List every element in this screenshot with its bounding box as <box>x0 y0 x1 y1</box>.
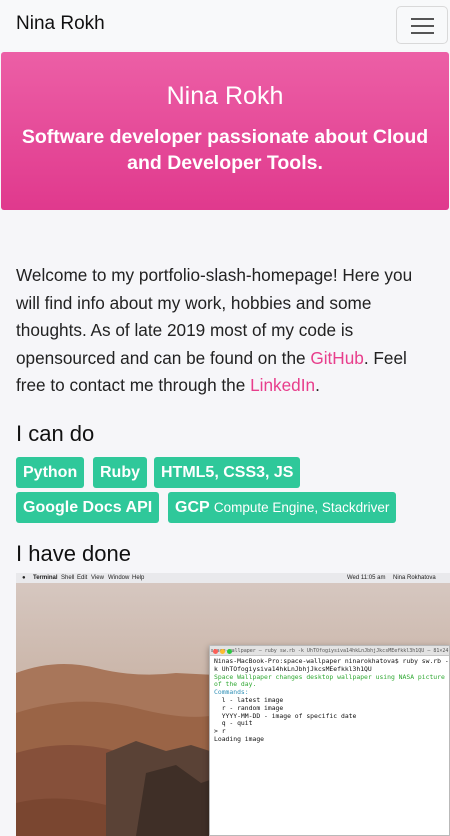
github-link[interactable]: GitHub <box>310 348 364 368</box>
close-icon <box>213 649 218 654</box>
terminal-window: space-wallpaper — ruby sw.rb -k UhTOfogi… <box>209 645 450 836</box>
skill-tag-google-docs-api: Google Docs API <box>16 492 160 523</box>
projects-heading: I have done <box>16 541 131 566</box>
skill-tag-ruby: Ruby <box>93 457 147 488</box>
skills-heading: I can do <box>16 421 95 446</box>
navbar-brand[interactable]: Nina Rokh <box>16 13 105 35</box>
mac-menubar: ● Terminal Shell Edit View Window Help W… <box>16 573 450 583</box>
intro-text-3: . <box>315 375 320 395</box>
skill-tag-python: Python <box>16 457 85 488</box>
maximize-icon <box>227 649 232 654</box>
menubar-item: Help <box>132 575 145 581</box>
skill-tag-gcp: GCP Compute Engine, Stackdriver <box>168 492 397 523</box>
intro-paragraph: Welcome to my portfolio-slash-homepage! … <box>16 262 438 400</box>
hero-tagline-line1: Software developer passionate about Clou… <box>21 126 429 148</box>
navbar: Nina Rokh <box>0 0 450 50</box>
project-screenshot[interactable]: ● Terminal Shell Edit View Window Help W… <box>16 573 450 836</box>
terminal-line: Loading image <box>214 734 265 743</box>
menubar-item: Edit <box>77 575 88 581</box>
menubar-user: Nina Rokhatova <box>393 575 436 581</box>
menubar-item: Shell <box>61 575 75 581</box>
skill-tag-gcp-label: GCP <box>175 499 210 516</box>
menubar-item: View <box>91 575 104 581</box>
skill-tag-html-css-js: HTML5, CSS3, JS <box>154 457 301 488</box>
terminal-output: Ninas-MacBook-Pro:space-wallpaper ninaro… <box>210 656 449 746</box>
menubar-app: Terminal <box>33 575 58 581</box>
hero-title: Nina Rokh <box>166 82 284 110</box>
hero-tagline: Software developer passionate about Clou… <box>11 124 439 176</box>
skill-tag-gcp-detail: Compute Engine, Stackdriver <box>213 500 390 515</box>
minimize-icon <box>220 649 225 654</box>
navbar-toggle-button[interactable] <box>396 6 448 44</box>
hero-banner: Nina Rokh Software developer passionate … <box>1 52 449 210</box>
hero-tagline-line2: and Developer Tools. <box>127 152 323 174</box>
terminal-line: q - quit <box>214 719 253 728</box>
menubar-clock: Wed 11:05 am <box>347 575 386 581</box>
terminal-line: of the day. <box>214 680 257 689</box>
linkedin-link[interactable]: LinkedIn <box>250 375 315 395</box>
apple-icon: ● <box>22 575 26 581</box>
menubar-item: Window <box>108 575 130 581</box>
terminal-titlebar: space-wallpaper — ruby sw.rb -k UhTOfogi… <box>210 646 449 656</box>
terminal-title: space-wallpaper — ruby sw.rb -k UhTOfogi… <box>210 648 449 654</box>
